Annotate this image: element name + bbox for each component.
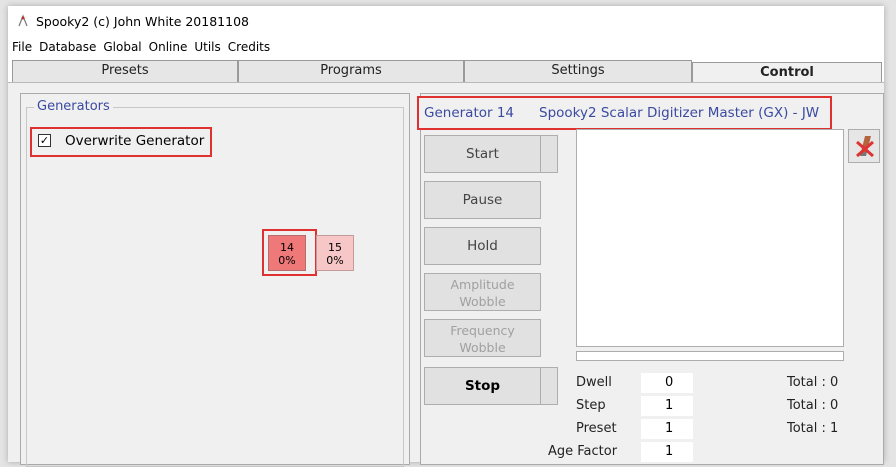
tab-programs[interactable]: Programs — [238, 60, 464, 82]
generator-14-button[interactable]: 14 0% — [268, 235, 306, 271]
control-tab-content: Generators ✓ Overwrite Generator 14 0% 1… — [8, 82, 884, 467]
generator-14-id: 14 — [280, 241, 294, 254]
generator-number: Generator 14 — [424, 105, 515, 121]
step-total: Total : 0 — [787, 398, 839, 413]
menu-credits[interactable]: Credits — [223, 40, 270, 58]
overwrite-generator-label[interactable]: Overwrite Generator — [65, 133, 204, 149]
pause-button[interactable]: Pause — [424, 181, 541, 219]
generator-14-progress: 0% — [278, 254, 296, 267]
tab-control[interactable]: Control — [692, 62, 882, 84]
preset-total: Total : 1 — [787, 421, 839, 436]
output-textarea[interactable] — [576, 129, 844, 347]
generator-name: Spooky2 Scalar Digitizer Master (GX) - J… — [539, 105, 820, 121]
eraser-icon — [856, 136, 874, 158]
generator-15-button[interactable]: 15 0% — [316, 235, 354, 271]
generators-legend: Generators — [34, 99, 113, 114]
frequency-wobble-line1: Frequency — [450, 323, 515, 338]
dwell-value: 0 — [641, 373, 693, 393]
hold-button[interactable]: Hold — [424, 227, 541, 265]
menu-global[interactable]: Global — [98, 40, 141, 58]
menu-utils[interactable]: Utils — [189, 40, 220, 58]
dwell-label: Dwell — [576, 375, 612, 390]
stop-button[interactable]: Stop — [424, 367, 541, 405]
title-bar: Spooky2 (c) John White 20181108 — [8, 6, 884, 36]
menu-database[interactable]: Database — [34, 40, 96, 58]
clear-output-button[interactable] — [848, 129, 880, 163]
frequency-wobble-button[interactable]: Frequency Wobble — [424, 319, 541, 357]
tab-presets[interactable]: Presets — [12, 60, 238, 82]
amplitude-wobble-line1: Amplitude — [450, 277, 515, 292]
start-button[interactable]: Start — [424, 135, 541, 173]
preset-value: 1 — [641, 419, 693, 439]
progress-bar — [576, 351, 844, 361]
generator-15-progress: 0% — [326, 254, 344, 267]
frequency-wobble-line2: Wobble — [459, 340, 506, 355]
generator-15-id: 15 — [328, 241, 342, 254]
stop-dropdown[interactable] — [540, 367, 558, 405]
start-dropdown[interactable] — [540, 135, 558, 173]
menu-file[interactable]: File — [8, 40, 32, 58]
tab-settings[interactable]: Settings — [464, 60, 692, 82]
menu-bar: File Database Global Online Utils Credit… — [8, 40, 272, 58]
amplitude-wobble-line2: Wobble — [459, 294, 506, 309]
age-factor-value: 1 — [641, 442, 693, 462]
step-value: 1 — [641, 396, 693, 416]
window-title: Spooky2 (c) John White 20181108 — [36, 14, 249, 29]
generators-frame — [26, 107, 404, 467]
tab-bar: Presets Programs Settings Control — [8, 58, 884, 84]
preset-label: Preset — [576, 421, 617, 436]
step-label: Step — [576, 398, 606, 413]
overwrite-generator-checkbox[interactable]: ✓ — [38, 134, 51, 147]
amplitude-wobble-button[interactable]: Amplitude Wobble — [424, 273, 541, 311]
menu-online[interactable]: Online — [144, 40, 188, 58]
dwell-total: Total : 0 — [787, 375, 839, 390]
app-window: Spooky2 (c) John White 20181108 File Dat… — [8, 6, 884, 467]
app-icon — [18, 14, 28, 27]
age-factor-label: Age Factor — [548, 444, 618, 459]
